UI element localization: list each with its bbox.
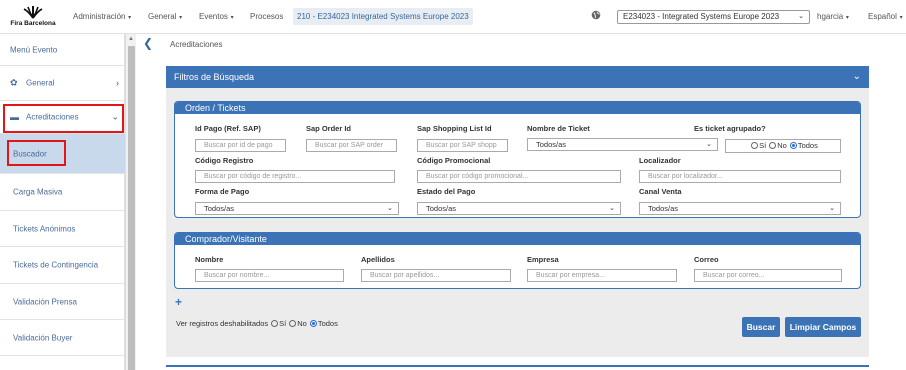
limpiar-campos-button[interactable]: Limpiar Campos xyxy=(785,317,861,337)
chevron-down-icon[interactable]: ⌄ xyxy=(853,66,861,88)
chevron-down-icon: ⌄ xyxy=(798,13,804,20)
radio-todos[interactable] xyxy=(309,320,317,327)
canal-venta-select[interactable]: Todos/as ⌄ xyxy=(639,202,841,215)
section-title: Orden / Tickets xyxy=(175,102,860,114)
fira-logo[interactable]: Fira Barcelona xyxy=(8,5,58,27)
chevron-down-icon: ⌄ xyxy=(387,205,393,212)
apellidos-label: Apellidos xyxy=(361,255,395,264)
current-event-chip[interactable]: 210 - E234023 Integrated Systems Europe … xyxy=(293,8,473,25)
sidebar-item-validacion-buyer[interactable]: Validación Buyer xyxy=(0,320,125,356)
chevron-down-icon: ⌄ xyxy=(706,141,712,148)
highlight-acreditaciones xyxy=(3,104,124,133)
user-menu[interactable]: hgarcia ▾ xyxy=(817,12,849,21)
radio-no[interactable] xyxy=(769,142,777,149)
caret-down-icon: ▾ xyxy=(177,15,183,21)
empresa-input[interactable]: Buscar por empresa... xyxy=(527,269,677,282)
sidebar-item-general[interactable]: ✿ General › xyxy=(0,66,125,101)
deshabilitados-radio-group: Ver registros deshabilitados Sí No Todos xyxy=(176,319,338,328)
sidebar-item-carga-masiva[interactable]: Carga Masiva xyxy=(0,174,125,211)
caret-down-icon: ▾ xyxy=(844,15,849,21)
top-bar: Fira Barcelona Administración ▾ General … xyxy=(0,0,906,34)
apellidos-input[interactable]: Buscar por apellidos... xyxy=(361,269,511,282)
codigo-registro-input[interactable]: Buscar por código de registro... xyxy=(195,170,395,183)
search-filters-panel: Filtros de Búsqueda ⌄ Orden / Tickets Id… xyxy=(166,66,869,357)
scrollbar-thumb[interactable] xyxy=(128,46,135,370)
chevron-down-icon: ⌄ xyxy=(609,205,615,212)
estado-pago-select[interactable]: Todos/as ⌄ xyxy=(417,202,621,215)
nombre-ticket-label: Nombre de Ticket xyxy=(527,124,590,133)
radio-no[interactable] xyxy=(289,320,297,327)
nav-procesos[interactable]: Procesos xyxy=(250,12,283,21)
brand-name: Fira Barcelona xyxy=(10,20,56,27)
codigo-registro-label: Código Registro xyxy=(195,156,254,165)
event-select[interactable]: E234023 - Integrated Systems Europe 2023… xyxy=(617,10,810,24)
localizador-label: Localizador xyxy=(639,156,681,165)
breadcrumb: Acreditaciones xyxy=(170,40,223,49)
nombre-ticket-select[interactable]: Todos/as ⌄ xyxy=(527,138,718,151)
sap-order-label: Sap Order Id xyxy=(306,124,352,133)
section-title: Comprador/Visitante xyxy=(175,233,860,245)
gear-icon: ✿ xyxy=(10,77,18,88)
forma-pago-label: Forma de Pago xyxy=(195,187,250,196)
sidebar-item-tickets-anonimos[interactable]: Tickets Anónimos xyxy=(0,211,125,247)
sidebar-title: Menú Evento xyxy=(0,34,125,66)
codigo-promo-label: Código Promocional xyxy=(417,156,491,165)
forma-pago-select[interactable]: Todos/as ⌄ xyxy=(195,202,399,215)
codigo-promo-input[interactable]: Buscar por código promocional... xyxy=(417,170,621,183)
chevron-right-icon: › xyxy=(116,78,119,88)
nav-administracion[interactable]: Administración ▾ xyxy=(73,12,131,21)
nav-eventos[interactable]: Eventos ▾ xyxy=(199,12,234,21)
scroll-up-icon[interactable]: ▲ xyxy=(128,36,134,42)
nombre-label: Nombre xyxy=(195,255,224,264)
sidebar-item-validacion-prensa[interactable]: Validación Prensa xyxy=(0,284,125,320)
orden-tickets-section: Orden / Tickets Id Pago (Ref. SAP) Busca… xyxy=(174,101,861,218)
back-arrow-icon[interactable]: ❮ xyxy=(143,36,153,50)
sap-order-input[interactable]: Buscar por SAP order xyxy=(306,139,397,152)
chevron-down-icon: ⌄ xyxy=(829,205,835,212)
radio-si[interactable] xyxy=(271,320,279,327)
comprador-section: Comprador/Visitante Nombre Buscar por no… xyxy=(174,232,861,289)
caret-down-icon: ▾ xyxy=(228,15,234,21)
localizador-input[interactable]: Buscar por localizador... xyxy=(639,170,841,183)
nav-general[interactable]: General ▾ xyxy=(148,12,182,21)
correo-label: Correo xyxy=(694,255,719,264)
estado-pago-label: Estado del Pago xyxy=(417,187,476,196)
empresa-label: Empresa xyxy=(527,255,559,264)
sap-shopping-label: Sap Shopping List Id xyxy=(417,124,492,133)
fira-logo-icon xyxy=(23,6,43,19)
panel-header[interactable]: Filtros de Búsqueda ⌄ xyxy=(166,66,869,88)
sidebar-item-tickets-contingencia[interactable]: Tickets de Contingencia xyxy=(0,247,125,284)
canal-venta-label: Canal Venta xyxy=(639,187,682,196)
correo-input[interactable]: Buscar por correo... xyxy=(694,269,842,282)
buscar-button[interactable]: Buscar xyxy=(742,317,780,337)
sidebar: Menú Evento ✿ General › ▬ Acreditaciones… xyxy=(0,34,125,370)
agrupado-label: Es ticket agrupado? xyxy=(694,124,766,133)
caret-down-icon: ▾ xyxy=(897,15,903,21)
id-pago-input[interactable]: Buscar por id de pago xyxy=(195,139,286,152)
panel-divider xyxy=(166,365,869,367)
highlight-buscador xyxy=(7,140,66,166)
sidebar-scrollbar[interactable]: ▲ xyxy=(125,34,136,370)
add-filter-icon[interactable]: + xyxy=(175,295,182,309)
id-pago-label: Id Pago (Ref. SAP) xyxy=(195,124,261,133)
globe-icon[interactable] xyxy=(591,10,601,20)
language-menu[interactable]: Español ▾ xyxy=(868,12,903,21)
nombre-input[interactable]: Buscar por nombre... xyxy=(195,269,344,282)
radio-todos[interactable] xyxy=(789,142,797,149)
agrupado-radio-group: Sí No Todos xyxy=(725,139,841,153)
sap-shopping-input[interactable]: Buscar por SAP shopp xyxy=(417,139,508,152)
caret-down-icon: ▾ xyxy=(126,15,132,21)
radio-si[interactable] xyxy=(751,142,759,149)
